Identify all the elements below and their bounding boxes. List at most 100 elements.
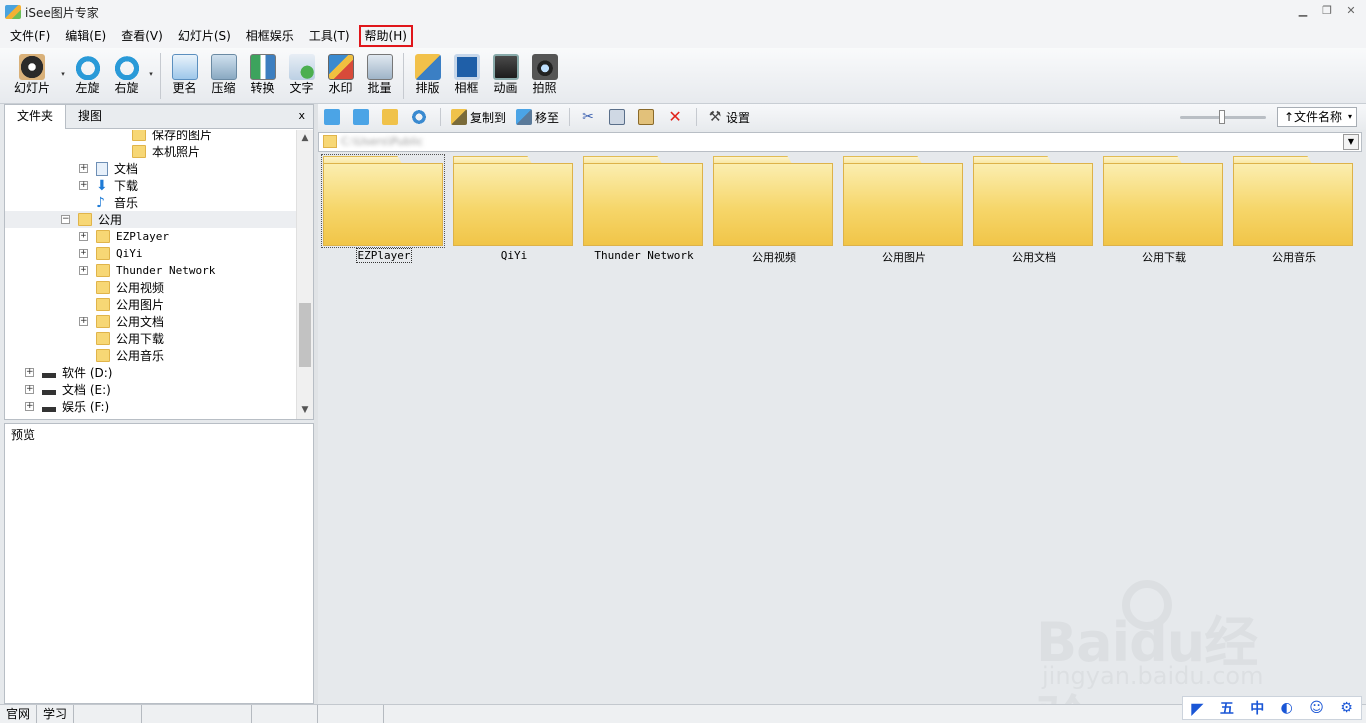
folder-body <box>453 163 573 246</box>
path-bar[interactable]: C:\Users\Public ▼ <box>318 132 1362 152</box>
folder-name: 公用音乐 <box>1230 249 1358 265</box>
menu-frame-fun[interactable]: 相框娱乐 <box>240 25 300 47</box>
scroll-down-icon[interactable]: ▼ <box>297 402 313 419</box>
folder-tile[interactable]: 公用下载 <box>1100 154 1224 266</box>
tree-item[interactable]: + QiYi <box>79 245 143 262</box>
menu-file[interactable]: 文件(F) <box>4 25 56 47</box>
copy-icon <box>609 109 626 125</box>
tree-item[interactable]: + 娱乐 (F:) <box>25 398 109 415</box>
ime-moon-icon[interactable]: ◐ <box>1281 700 1293 716</box>
tree-item[interactable]: ♪ 音乐 <box>79 194 138 211</box>
ime-wubi[interactable]: 五 <box>1220 698 1234 718</box>
expand-icon[interactable]: + <box>25 385 34 394</box>
scroll-up-icon[interactable]: ▲ <box>297 130 313 147</box>
expand-icon[interactable]: + <box>25 368 34 377</box>
status-learn[interactable]: 学习 <box>37 705 75 723</box>
paste-button[interactable] <box>638 107 657 127</box>
watermark-button[interactable]: 水印 <box>321 48 360 95</box>
minimize-button[interactable]: ▁ <box>1296 4 1310 18</box>
menu-edit[interactable]: 编辑(E) <box>59 25 112 47</box>
move-to-button[interactable]: 移至 <box>516 107 559 127</box>
slideshow-button[interactable]: 幻灯片 <box>6 48 58 95</box>
copy-to-button[interactable]: 复制到 <box>451 107 506 127</box>
rotate-dropdown-icon[interactable]: ▾ <box>146 48 156 78</box>
refresh-button[interactable] <box>411 107 430 127</box>
folder-tile[interactable]: 公用文档 <box>970 154 1094 266</box>
expand-icon[interactable]: + <box>79 317 88 326</box>
layout-button[interactable]: 排版 <box>408 48 447 95</box>
batch-button[interactable]: 批量 <box>360 48 399 95</box>
tab-search-images[interactable]: 搜图 <box>66 105 114 128</box>
scroll-thumb[interactable] <box>299 303 311 367</box>
tree-item[interactable]: + ⬇ 下载 <box>79 177 138 194</box>
tree-item[interactable]: + 文档 (E:) <box>25 381 111 398</box>
status-website[interactable]: 官网 <box>0 705 38 723</box>
close-panel-icon[interactable]: x <box>298 109 305 122</box>
expand-icon[interactable]: + <box>79 266 88 275</box>
tree-item[interactable]: + 软件 (D:) <box>25 364 112 381</box>
tree-item[interactable]: 本机照片 <box>115 143 200 160</box>
folder-tile[interactable]: Thunder Network <box>580 154 704 266</box>
compress-button[interactable]: 压缩 <box>204 48 243 95</box>
tree-item[interactable]: 公用视频 <box>79 279 164 296</box>
expand-icon[interactable]: + <box>79 181 88 190</box>
ime-emoji-icon[interactable]: ☺ <box>1309 700 1324 716</box>
tree-item-label: 公用图片 <box>116 298 165 312</box>
tree-item[interactable]: 保存的图片 <box>115 130 212 143</box>
folder-icon <box>713 156 833 246</box>
ime-chinese[interactable]: 中 <box>1250 698 1264 718</box>
text-button[interactable]: 文字 <box>282 48 321 95</box>
tree-item[interactable]: − 公用 <box>5 211 297 228</box>
menu-slideshow[interactable]: 幻灯片(S) <box>172 25 237 47</box>
delete-button[interactable]: ✕ <box>667 107 686 127</box>
tree-item[interactable]: 公用下载 <box>79 330 164 347</box>
ime-settings-icon[interactable]: ⚙ <box>1340 700 1353 716</box>
convert-button[interactable]: 转换 <box>243 48 282 95</box>
tree-item[interactable]: + 公用文档 <box>79 313 164 330</box>
menu-view[interactable]: 查看(V) <box>115 25 169 47</box>
folder-icon <box>96 332 110 345</box>
up-folder-button[interactable] <box>382 107 401 127</box>
back-button[interactable] <box>324 107 343 127</box>
menu-tools[interactable]: 工具(T) <box>303 25 356 47</box>
animation-button[interactable]: 动画 <box>486 48 525 95</box>
restore-button[interactable]: ❐ <box>1320 4 1334 18</box>
tab-folders[interactable]: 文件夹 <box>5 105 67 129</box>
expand-icon[interactable]: + <box>25 402 34 411</box>
photo-button[interactable]: 拍照 <box>525 48 564 95</box>
copy-button[interactable] <box>609 107 628 127</box>
tree-item[interactable]: 公用音乐 <box>79 347 164 364</box>
cut-button[interactable]: ✂ <box>580 107 599 127</box>
close-window-button[interactable]: ✕ <box>1344 4 1358 18</box>
tree-item[interactable]: + Thunder Network <box>79 262 215 279</box>
folder-tile[interactable]: QiYi <box>450 154 574 266</box>
tree-scrollbar[interactable]: ▲ ▼ <box>296 130 313 419</box>
tree-item[interactable]: 公用图片 <box>79 296 164 313</box>
slideshow-dropdown-icon[interactable]: ▾ <box>58 48 68 78</box>
slider-thumb[interactable] <box>1219 110 1225 124</box>
frame-button[interactable]: 相框 <box>447 48 486 95</box>
rename-button[interactable]: 更名 <box>165 48 204 95</box>
expand-icon[interactable]: + <box>79 232 88 241</box>
tree-item[interactable]: + 文档 <box>79 160 138 177</box>
tree-item-label: 公用 <box>98 213 123 227</box>
menu-help[interactable]: 帮助(H) <box>358 25 413 47</box>
folder-tile[interactable]: 公用图片 <box>840 154 964 266</box>
rotate-left-button[interactable]: 左旋 <box>68 48 107 95</box>
forward-button[interactable] <box>353 107 372 127</box>
folder-tile[interactable]: 公用音乐 <box>1230 154 1354 266</box>
folder-name: 公用下载 <box>1100 249 1228 265</box>
expand-icon[interactable]: + <box>79 249 88 258</box>
folder-name: 公用图片 <box>840 249 968 265</box>
rotate-right-button[interactable]: 右旋 <box>107 48 146 95</box>
collapse-icon[interactable]: − <box>61 215 70 224</box>
sort-dropdown[interactable]: ↑文件名称 ▾ <box>1277 107 1357 127</box>
expand-icon[interactable]: + <box>79 164 88 173</box>
folder-tile[interactable]: EZPlayer <box>320 154 445 266</box>
ime-logo-icon[interactable]: ◤ <box>1191 699 1203 718</box>
tree-item-label: 公用文档 <box>116 315 165 329</box>
path-dropdown-icon[interactable]: ▼ <box>1343 134 1359 150</box>
settings-button[interactable]: ⚒ 设置 <box>707 107 750 127</box>
tree-item[interactable]: + EZPlayer <box>79 228 169 245</box>
folder-tile[interactable]: 公用视频 <box>710 154 834 266</box>
